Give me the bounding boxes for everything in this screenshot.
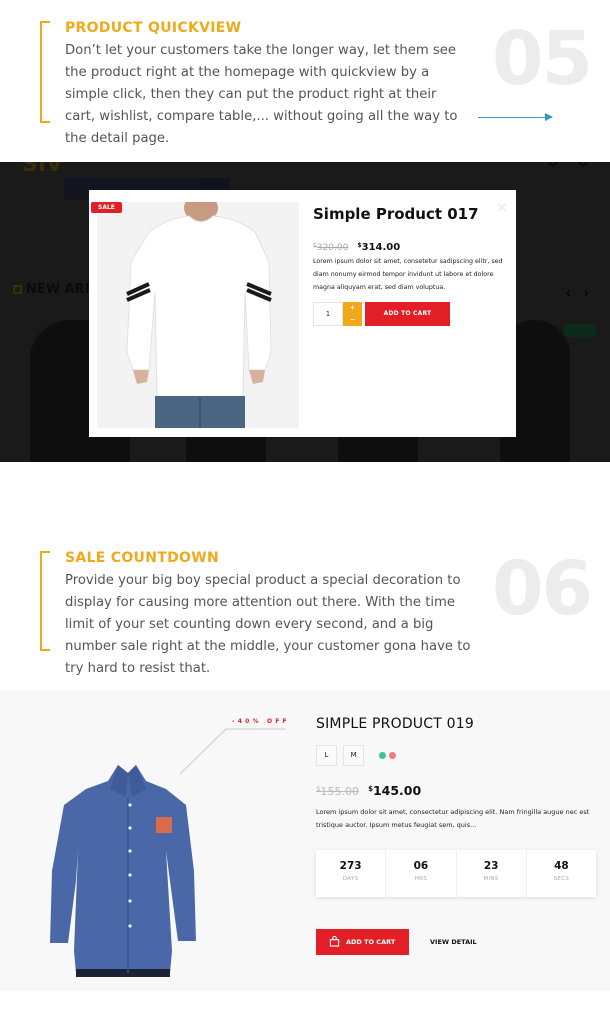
accent-bracket — [40, 21, 50, 123]
decrement-icon[interactable]: – — [343, 314, 362, 326]
carousel-next-icon[interactable]: › — [584, 284, 589, 300]
search-icon — [548, 162, 558, 166]
close-icon[interactable]: × — [496, 200, 508, 216]
product-title: Simple Product 017 — [313, 205, 479, 223]
feature-number: 05 — [492, 16, 593, 102]
shirt-product-image — [50, 765, 196, 977]
countdown-timer: 273 DAYS 06 HRS 23 MINS 48 SECS — [316, 850, 596, 897]
color-swatch-green[interactable] — [379, 752, 386, 759]
countdown-days: 273 DAYS — [316, 850, 387, 897]
color-swatch-pink[interactable] — [389, 752, 396, 759]
sale-badge: SALE — [91, 202, 122, 213]
countdown-demo-stage: -40% OFF SIMPLE PRODUCT 019 L M $155.00 … — [0, 691, 610, 991]
price-block: $320.00 $314.00 — [313, 235, 400, 254]
store-logo: SIV — [22, 162, 64, 177]
product-title: SIMPLE PRODUCT 019 — [316, 716, 474, 732]
product-image — [97, 202, 299, 428]
tshirt-model-image — [97, 202, 299, 428]
old-price: $155.00 — [316, 785, 359, 798]
quickview-demo-stage: SIV NEW ARRI ‹ › SALE × Simple Product 0… — [0, 162, 610, 462]
add-to-cart-button[interactable]: ADD TO CART — [316, 929, 409, 955]
arrow-right-icon — [478, 117, 546, 118]
product-description: Lorem ipsum dolor sit amet, consetetur s… — [313, 258, 503, 291]
feature-number: 06 — [492, 546, 593, 632]
product-description: Lorem ipsum dolor sit amet, consectetur … — [316, 808, 590, 829]
discount-label: -40% OFF — [232, 718, 290, 725]
quickview-modal: SALE × Simple Product 017 $320.00 $314.0… — [89, 190, 516, 437]
feature-countdown-intro: SALE COUNTDOWN Provide your big boy spec… — [0, 530, 610, 676]
new-arrivals-heading: NEW ARRI — [13, 282, 100, 297]
countdown-minutes: 23 MINS — [457, 850, 527, 897]
price-block: $155.00 $145.00 — [316, 780, 421, 799]
feature-title: SALE COUNTDOWN — [65, 550, 219, 566]
add-to-cart-button[interactable]: ADD TO CART — [365, 302, 450, 326]
old-price: $320.00 — [313, 242, 349, 253]
feature-quickview-intro: PRODUCT QUICKVIEW Don’t let your custome… — [0, 0, 610, 160]
arrow-head-icon — [545, 113, 553, 121]
cart-icon — [578, 162, 588, 166]
countdown-hours: 06 HRS — [386, 850, 457, 897]
shopping-bag-icon — [329, 936, 340, 947]
feature-description: Provide your big boy special product a s… — [65, 573, 471, 676]
size-option-l[interactable]: L — [316, 745, 337, 766]
carousel-prev-icon[interactable]: ‹ — [566, 284, 571, 300]
new-price: $145.00 — [368, 783, 422, 798]
feature-description: Don’t let your customers take the longer… — [65, 43, 458, 146]
background-badge — [564, 324, 596, 337]
countdown-seconds: 48 SECS — [553, 860, 570, 882]
view-detail-link[interactable]: VIEW DETAIL — [430, 929, 477, 955]
feature-title: PRODUCT QUICKVIEW — [65, 20, 242, 36]
quantity-input[interactable]: 1 — [313, 302, 343, 326]
accent-bracket — [40, 551, 50, 651]
new-price: $314.00 — [357, 242, 401, 253]
size-option-m[interactable]: M — [343, 745, 364, 766]
increment-icon[interactable]: + — [343, 302, 362, 314]
quantity-stepper[interactable]: + – — [343, 302, 362, 326]
